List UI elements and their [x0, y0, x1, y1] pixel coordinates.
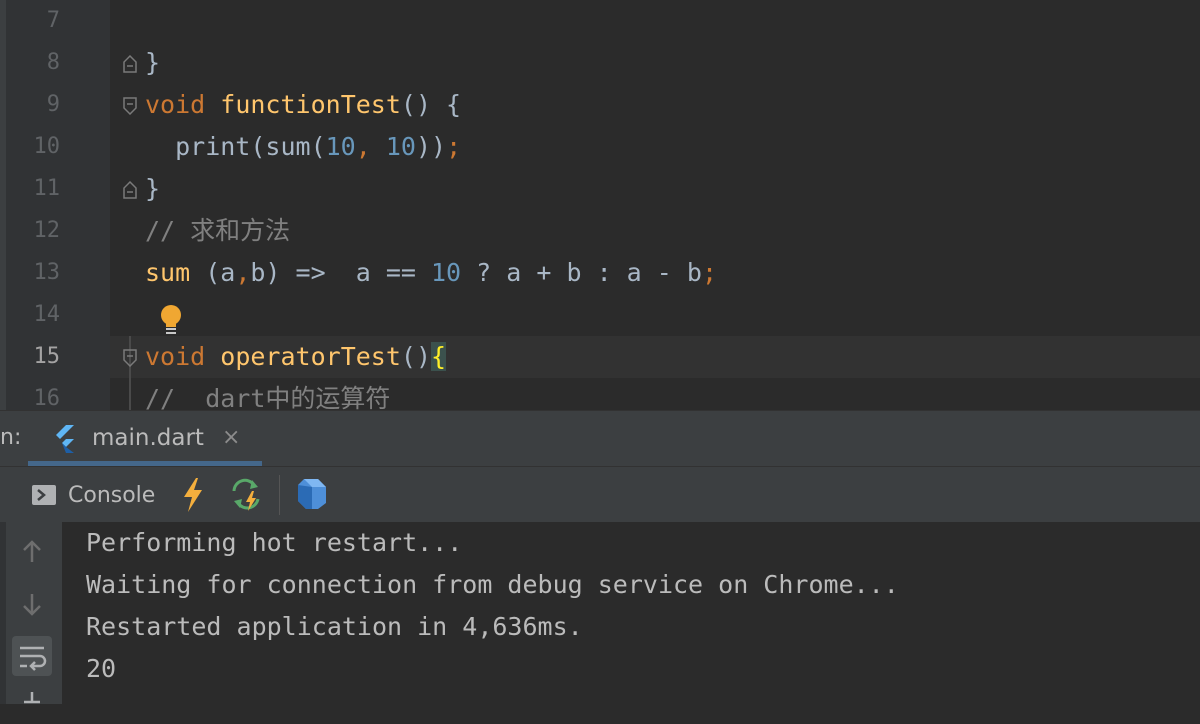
code-editor[interactable]: 7 8 9 10 11 12 13 14 15 16 } void functi…	[0, 0, 1200, 410]
line-number: 9	[46, 92, 60, 117]
arrow-up-icon[interactable]	[14, 534, 50, 570]
toolbar-separator	[279, 475, 280, 515]
arrow-down-icon[interactable]	[14, 586, 50, 622]
line-number: 13	[33, 260, 61, 285]
line-number: 10	[33, 134, 61, 159]
run-tool-window: n: main.dart × Console Performing hot re…	[0, 410, 1200, 704]
code-line-12-comment: // 求和方法	[145, 216, 291, 245]
console-line: Waiting for connection from debug servic…	[86, 570, 899, 599]
side-strip	[0, 522, 6, 704]
console-icon	[32, 485, 56, 505]
line-number-current: 15	[33, 344, 61, 369]
close-icon[interactable]: ×	[222, 425, 240, 450]
console-line: 20	[86, 654, 117, 683]
dart-devtools-icon[interactable]	[296, 477, 328, 511]
scroll-to-end-icon[interactable]	[14, 688, 50, 724]
flutter-icon	[56, 425, 74, 453]
soft-wrap-icon[interactable]	[12, 636, 52, 676]
code-line-8: }	[145, 48, 161, 77]
code-line-9: void functionTest() {	[145, 90, 462, 119]
line-number: 14	[33, 302, 61, 327]
code-line-15: void operatorTest(){	[145, 342, 447, 371]
console-side-toolbar	[0, 522, 62, 704]
console-label: Console	[68, 483, 156, 508]
console-line: Restarted application in 4,636ms.	[86, 612, 583, 641]
line-number: 7	[46, 8, 60, 33]
tool-window-title: n:	[0, 425, 22, 450]
code-line-11: }	[145, 174, 161, 203]
hot-restart-icon[interactable]	[230, 477, 264, 513]
line-number: 16	[33, 386, 61, 410]
run-toolbar: Console	[0, 466, 1200, 524]
run-tab-bar: n: main.dart ×	[0, 410, 1200, 467]
hot-reload-icon[interactable]	[178, 477, 208, 513]
code-line-10: print(sum(10, 10));	[145, 132, 462, 161]
line-number: 12	[33, 218, 61, 243]
indent-guide	[129, 336, 131, 410]
fold-marker-icon[interactable]	[122, 349, 138, 367]
fold-marker-icon[interactable]	[122, 55, 138, 73]
code-line-13: sum (a,b) => a == 10 ? a + b : a - b;	[145, 258, 717, 287]
console-tab[interactable]: Console	[30, 475, 160, 515]
tab-main-dart[interactable]: main.dart ×	[28, 411, 262, 467]
fold-marker-icon[interactable]	[122, 97, 138, 115]
line-number: 11	[33, 176, 61, 201]
console-line: Performing hot restart...	[86, 528, 463, 557]
code-line-16-comment: // dart中的运算符	[145, 384, 391, 410]
tab-label: main.dart	[92, 425, 204, 451]
console-output-area[interactable]: Performing hot restart... Waiting for co…	[0, 522, 1200, 704]
line-number: 8	[46, 50, 60, 75]
fold-marker-icon[interactable]	[122, 181, 138, 199]
lightbulb-icon[interactable]	[158, 304, 184, 336]
